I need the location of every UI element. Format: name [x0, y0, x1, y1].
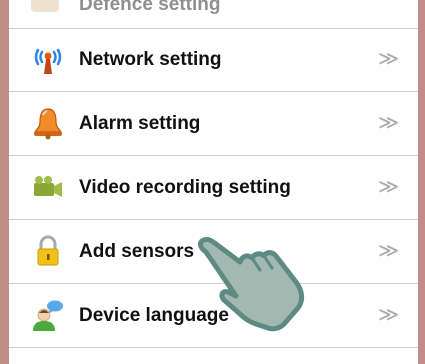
chevron-right-icon: ≫ — [378, 176, 399, 198]
menu-item-label: Alarm setting — [79, 113, 201, 134]
menu-item-video-recording-setting[interactable]: Video recording setting ≫ — [9, 156, 418, 220]
user-chat-icon — [33, 300, 63, 331]
chevron-right-icon: ≫ — [378, 48, 399, 70]
menu-item-label: Defence setting — [79, 0, 221, 15]
shield-icon — [31, 0, 59, 12]
antenna-icon — [34, 48, 62, 74]
chevron-right-icon: ≫ — [378, 112, 399, 134]
menu-item-network-setting[interactable]: Network setting ≫ — [9, 28, 418, 92]
menu-item-label: Video recording setting — [79, 177, 291, 198]
pointing-hand-icon — [197, 236, 305, 332]
camera-icon — [34, 176, 62, 197]
bell-icon — [33, 108, 63, 140]
menu-item-label: Add sensors — [79, 241, 195, 262]
menu-item-label: Network setting — [79, 49, 222, 70]
menu-item-alarm-setting[interactable]: Alarm setting ≫ — [9, 92, 418, 156]
chevron-right-icon: ≫ — [378, 304, 399, 326]
chevron-right-icon: ≫ — [378, 240, 399, 262]
lock-icon — [37, 235, 59, 266]
menu-item-partial[interactable]: Defence setting — [9, 0, 418, 29]
